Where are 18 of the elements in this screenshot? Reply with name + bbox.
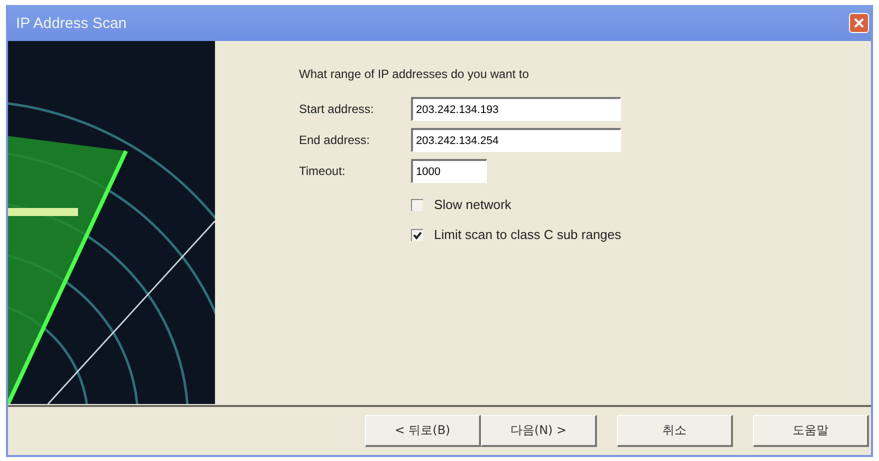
close-button[interactable]	[849, 13, 869, 33]
window-title: IP Address Scan	[16, 14, 127, 32]
field-label: Timeout:	[299, 164, 346, 178]
close-icon	[853, 17, 865, 29]
field-label: End address:	[299, 133, 371, 147]
field-label: Start address:	[299, 102, 375, 116]
checkbox-label: Limit scan to class C sub ranges	[434, 227, 622, 242]
dialog-button[interactable]: 도움말	[753, 415, 869, 447]
checkbox-label: Slow network	[434, 197, 512, 212]
dialog-button[interactable]: 취소	[617, 415, 733, 447]
dialog-button[interactable]: < 뒤로(B)	[365, 415, 481, 447]
dialog-button[interactable]: 다음(N) >	[481, 415, 597, 447]
checkbox[interactable]	[411, 228, 423, 240]
instruction-text: What range of IP addresses do you want to	[299, 67, 530, 81]
input-field[interactable]: 203.242.134.193	[411, 97, 621, 121]
input-field[interactable]: 203.242.134.254	[411, 128, 621, 152]
input-field[interactable]: 1000	[411, 159, 487, 183]
checkbox[interactable]	[411, 198, 423, 210]
